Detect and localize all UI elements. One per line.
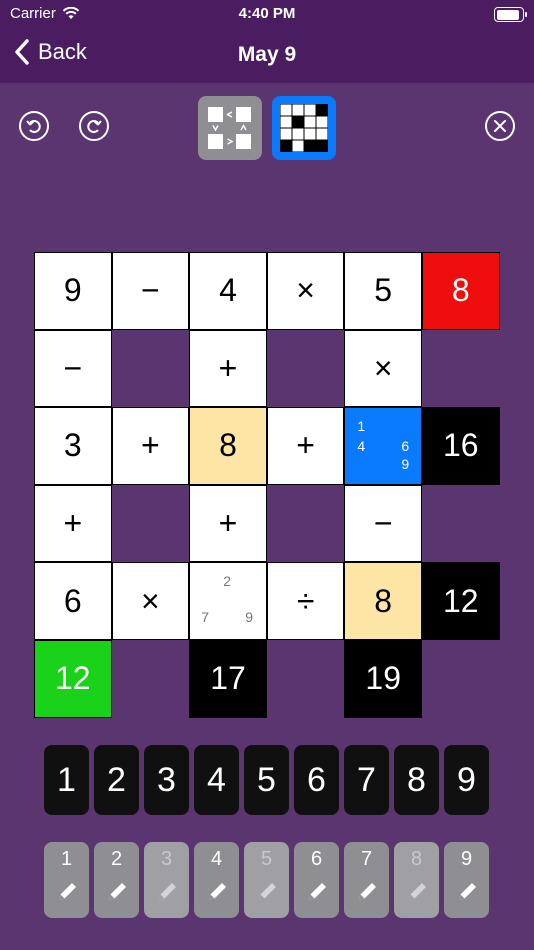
note: 1: [357, 418, 366, 435]
pencil-icon: [259, 883, 276, 900]
operator-cell: ×: [266, 252, 345, 330]
pencil-key-5[interactable]: 5: [244, 842, 289, 918]
operator-cell: +: [266, 407, 345, 485]
pencil-key-7[interactable]: 7: [344, 842, 389, 918]
pencil-notes: 2 7 9: [190, 563, 266, 639]
operator-cell: −: [34, 329, 112, 408]
close-button[interactable]: [485, 111, 515, 141]
pencil-key-label: 9: [460, 848, 473, 870]
number-key-1[interactable]: 1: [44, 745, 89, 815]
cell-r2-c0[interactable]: 3: [34, 407, 112, 485]
operator-cell: −: [344, 484, 422, 563]
pencil-icon: [359, 883, 376, 900]
pencil-icon: [409, 883, 426, 900]
note: 7: [201, 609, 209, 626]
number-key-9[interactable]: 9: [444, 745, 489, 815]
cell-r2-c2-highlighted[interactable]: 8: [189, 407, 267, 485]
number-key-7[interactable]: 7: [344, 745, 389, 815]
pencil-icon: [309, 883, 326, 900]
result-cell: 12: [422, 562, 500, 640]
redo-icon: [87, 120, 102, 133]
pencil-key-3[interactable]: 3: [144, 842, 189, 918]
inequality-grid-icon: [208, 107, 251, 149]
note: 4: [357, 438, 366, 455]
pencil-key-label: 6: [310, 848, 323, 870]
pencil-key-4[interactable]: 4: [194, 842, 239, 918]
pencil-key-8[interactable]: 8: [394, 842, 439, 918]
result-cell-correct: 12: [34, 640, 112, 718]
cell-r4-c0[interactable]: 6: [34, 562, 112, 640]
cell-r4-c2[interactable]: 2 7 9: [189, 562, 267, 640]
cell-r0-c2[interactable]: 4: [189, 252, 267, 330]
note: 2: [223, 573, 231, 590]
pencil-key-label: 3: [160, 848, 173, 870]
result-cell-wrong: 8: [422, 252, 500, 330]
undo-button[interactable]: [19, 111, 49, 141]
operator-cell: ×: [111, 562, 190, 640]
operator-cell: ÷: [266, 562, 345, 640]
operator-cell: +: [189, 329, 267, 408]
battery-icon: [494, 7, 527, 22]
number-key-4[interactable]: 4: [194, 745, 239, 815]
pencil-key-label: 5: [260, 848, 273, 870]
cell-r0-c0[interactable]: 9: [34, 252, 112, 330]
pencil-icon: [209, 883, 226, 900]
result-cell: 19: [344, 640, 422, 718]
pencil-pad: 1 2 3 4 5 6 7 8 9: [44, 842, 494, 918]
pencil-icon: [59, 883, 76, 900]
operator-cell: +: [189, 484, 267, 563]
pencil-notes: 1 4 6 9: [345, 408, 421, 484]
selected-cell[interactable]: 1 4 6 9: [344, 407, 422, 485]
pencil-key-label: 1: [60, 848, 73, 870]
navigation-bar: Back May 9: [0, 30, 534, 83]
result-cell: 16: [422, 407, 500, 485]
number-key-5[interactable]: 5: [244, 745, 289, 815]
pencil-icon: [109, 883, 126, 900]
operator-cell: −: [111, 252, 190, 330]
operator-cell: +: [111, 407, 190, 485]
crossword-grid-icon: [280, 104, 328, 152]
pencil-key-label: 8: [410, 848, 423, 870]
undo-icon: [26, 120, 41, 133]
pencil-key-2[interactable]: 2: [94, 842, 139, 918]
note: 9: [401, 456, 410, 473]
number-key-6[interactable]: 6: [294, 745, 339, 815]
pencil-icon: [459, 883, 476, 900]
crossmath-mode-button[interactable]: [272, 96, 336, 160]
operator-cell: +: [34, 484, 112, 563]
number-pad: 1 2 3 4 5 6 7 8 9: [44, 745, 494, 815]
page-title: May 9: [237, 43, 297, 66]
number-key-8[interactable]: 8: [394, 745, 439, 815]
puzzle-grid: 9 − 4 × 5 8 − + × 3 + 8 + 1 4 6 9 16 + +…: [34, 252, 500, 718]
pencil-key-label: 7: [360, 848, 373, 870]
number-key-2[interactable]: 2: [94, 745, 139, 815]
number-key-3[interactable]: 3: [144, 745, 189, 815]
operator-cell: ×: [344, 329, 422, 408]
status-bar: Carrier 4:40 PM: [0, 0, 534, 30]
futoshiki-mode-button[interactable]: [198, 96, 262, 160]
cell-r0-c4[interactable]: 5: [344, 252, 422, 330]
result-cell: 17: [189, 640, 267, 718]
pencil-key-1[interactable]: 1: [44, 842, 89, 918]
pencil-key-6[interactable]: 6: [294, 842, 339, 918]
close-icon: [494, 120, 506, 132]
pencil-key-label: 4: [210, 848, 223, 870]
status-time: 4:40 PM: [238, 5, 296, 22]
note: 9: [245, 609, 253, 626]
pencil-icon: [159, 883, 176, 900]
pencil-key-label: 2: [110, 848, 123, 870]
redo-button[interactable]: [79, 111, 109, 141]
cell-r4-c4-highlighted[interactable]: 8: [344, 562, 422, 640]
pencil-key-9[interactable]: 9: [444, 842, 489, 918]
note: 6: [401, 438, 410, 455]
